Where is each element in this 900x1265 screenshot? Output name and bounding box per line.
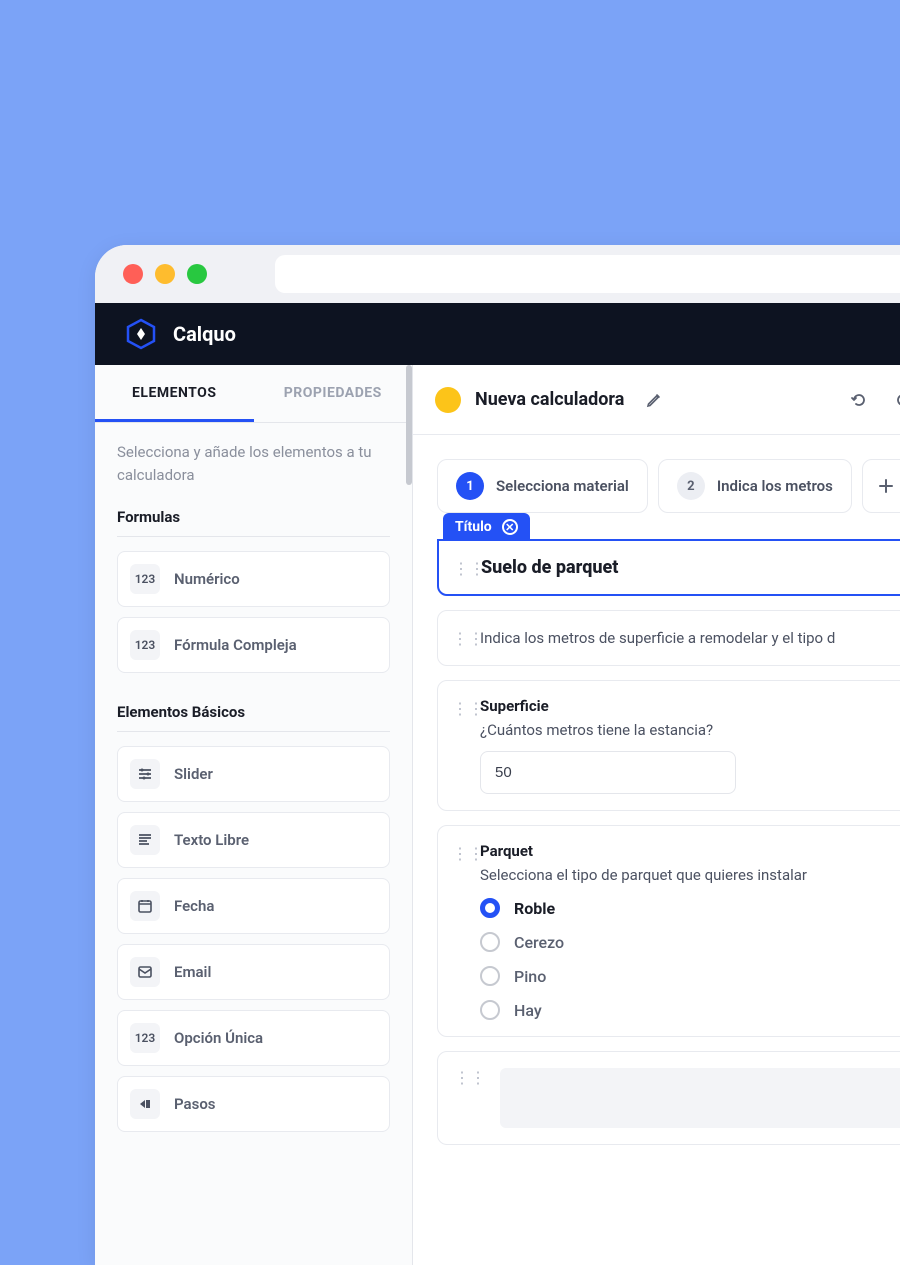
drag-handle-icon[interactable]: ⋮⋮ (454, 1068, 486, 1128)
radio-icon (480, 898, 500, 918)
element-label: Opción Única (174, 1029, 263, 1047)
redo-button[interactable] (888, 384, 900, 416)
status-dot-icon (435, 387, 461, 413)
sidebar-content: Selecciona y añade los elementos a tu ca… (95, 423, 412, 1160)
superficie-card[interactable]: ⋮⋮ Superficie ¿Cuántos metros tiene la e… (437, 680, 900, 811)
step-label: Selecciona material (496, 477, 629, 495)
step-2[interactable]: 2 Indica los metros (658, 459, 852, 513)
section-basics-title: Elementos Básicos (117, 703, 390, 732)
sidebar-tabs: ELEMENTOS PROPIEDADES (95, 365, 412, 423)
step-num: 2 (677, 472, 705, 500)
undo-button[interactable] (842, 384, 874, 416)
title-text[interactable]: Suelo de parquet (481, 557, 900, 578)
drag-handle-icon[interactable]: ⋮⋮ (453, 559, 485, 578)
element-label: Texto Libre (174, 831, 249, 849)
step-label: Indica los metros (717, 477, 833, 495)
formula-icon: 123 (130, 630, 160, 660)
element-complex-formula[interactable]: 123 Fórmula Compleja (117, 617, 390, 673)
option-icon: 123 (130, 1023, 160, 1053)
step-num: 1 (456, 472, 484, 500)
radio-option-pino[interactable]: Pino (480, 966, 900, 986)
drag-handle-icon[interactable]: ⋮⋮ (452, 629, 484, 648)
superficie-input[interactable] (480, 751, 736, 794)
element-free-text[interactable]: Texto Libre (117, 812, 390, 868)
radio-icon (480, 966, 500, 986)
canvas: Nueva calculadora h1 B 1 (413, 365, 900, 1265)
sidebar: ELEMENTOS PROPIEDADES Selecciona y añade… (95, 365, 413, 1265)
section-formulas-title: Formulas (117, 508, 390, 537)
element-numeric[interactable]: 123 Numérico (117, 551, 390, 607)
parquet-card[interactable]: ⋮⋮ Parquet Selecciona el tipo de parquet… (437, 825, 900, 1037)
badge-label: Título (455, 519, 492, 535)
placeholder-box (500, 1068, 900, 1128)
tab-elements[interactable]: ELEMENTOS (95, 365, 254, 422)
element-label: Email (174, 963, 211, 981)
step-1[interactable]: 1 Selecciona material (437, 459, 648, 513)
element-label: Slider (174, 765, 213, 783)
field-question: Selecciona el tipo de parquet que quiere… (480, 866, 900, 884)
element-date[interactable]: Fecha (117, 878, 390, 934)
text-icon (130, 825, 160, 855)
badge-close-button[interactable]: ✕ (502, 519, 518, 535)
title-card[interactable]: ⋮⋮ Suelo de parquet (437, 539, 900, 596)
selected-badge: Título ✕ (443, 513, 530, 541)
canvas-toolbar: Nueva calculadora h1 B (413, 365, 900, 435)
tab-properties[interactable]: PROPIEDADES (254, 365, 413, 422)
app-body: ELEMENTOS PROPIEDADES Selecciona y añade… (95, 365, 900, 1265)
edit-title-button[interactable] (638, 384, 670, 416)
radio-icon (480, 932, 500, 952)
radio-label: Roble (514, 899, 555, 918)
app-window: Calquo Mis calculad ELEMENTOS PROPIEDADE… (95, 245, 900, 1265)
drag-handle-icon[interactable]: ⋮⋮ (452, 844, 484, 863)
field-question: ¿Cuántos metros tiene la estancia? (480, 721, 900, 739)
element-label: Pasos (174, 1095, 216, 1113)
field-title: Superficie (480, 697, 900, 715)
radio-option-cerezo[interactable]: Cerezo (480, 932, 900, 952)
scrollbar[interactable] (406, 365, 412, 485)
minimize-window-icon[interactable] (155, 264, 175, 284)
field-title: Parquet (480, 842, 900, 860)
description-card[interactable]: ⋮⋮ Indica los metros de superficie a rem… (437, 610, 900, 666)
calendar-icon (130, 891, 160, 921)
mail-icon (130, 957, 160, 987)
element-slider[interactable]: Slider (117, 746, 390, 802)
steps-nav: 1 Selecciona material 2 Indica los metro… (437, 459, 900, 513)
empty-card[interactable]: ⋮⋮ (437, 1051, 900, 1145)
element-label: Fecha (174, 897, 214, 915)
numeric-icon: 123 (130, 564, 160, 594)
sliders-icon (130, 759, 160, 789)
sidebar-hint: Selecciona y añade los elementos a tu ca… (117, 441, 390, 486)
element-label: Numérico (174, 570, 240, 588)
document-title: Nueva calculadora (475, 389, 624, 410)
canvas-body: 1 Selecciona material 2 Indica los metro… (413, 435, 900, 1169)
description-text: Indica los metros de superficie a remode… (480, 629, 900, 647)
plus-icon (877, 477, 895, 495)
element-email[interactable]: Email (117, 944, 390, 1000)
element-single-option[interactable]: 123 Opción Única (117, 1010, 390, 1066)
element-steps[interactable]: Pasos (117, 1076, 390, 1132)
radio-option-roble[interactable]: Roble (480, 898, 900, 918)
radio-label: Cerezo (514, 933, 564, 952)
radio-label: Pino (514, 967, 546, 986)
app-header: Calquo Mis calculad (95, 303, 900, 365)
drag-handle-icon[interactable]: ⋮⋮ (452, 699, 484, 718)
close-window-icon[interactable] (123, 264, 143, 284)
add-step-button[interactable] (862, 459, 900, 513)
steps-icon (130, 1089, 160, 1119)
radio-icon (480, 1000, 500, 1020)
element-label: Fórmula Compleja (174, 636, 297, 654)
traffic-lights (123, 264, 207, 284)
maximize-window-icon[interactable] (187, 264, 207, 284)
brand: Calquo (125, 318, 236, 350)
brand-name: Calquo (173, 322, 236, 346)
url-bar[interactable] (275, 255, 900, 293)
radio-option-hay[interactable]: Hay (480, 1000, 900, 1020)
logo-icon (125, 318, 157, 350)
window-titlebar (95, 245, 900, 303)
radio-label: Hay (514, 1001, 542, 1020)
